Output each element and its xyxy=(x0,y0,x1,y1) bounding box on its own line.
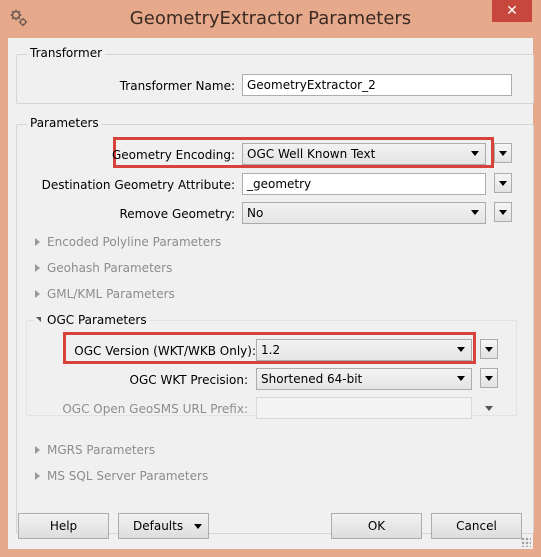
expand-triangle-icon xyxy=(35,237,40,246)
section-encoded-polyline[interactable]: Encoded Polyline Parameters xyxy=(35,235,221,249)
destination-attribute-field[interactable]: _geometry xyxy=(242,173,486,195)
remove-geometry-select[interactable]: No xyxy=(242,202,486,224)
close-icon: ✕ xyxy=(506,3,518,19)
dropdown-arrow-icon xyxy=(457,376,465,381)
expand-triangle-icon xyxy=(35,263,40,272)
help-button[interactable]: Help xyxy=(18,513,109,539)
title-bar[interactable]: GeometryExtractor Parameters ✕ xyxy=(0,0,541,38)
section-label: MGRS Parameters xyxy=(47,443,156,457)
dropdown-arrow-icon xyxy=(471,151,479,156)
transformer-group-title: Transformer xyxy=(27,46,106,60)
ogc-version-select[interactable]: 1.2 xyxy=(256,339,472,361)
section-label: GML/KML Parameters xyxy=(47,287,175,301)
expand-triangle-icon xyxy=(35,471,40,480)
remove-geometry-value: No xyxy=(247,206,264,220)
ogc-version-value: 1.2 xyxy=(261,343,281,357)
dropdown-arrow-icon xyxy=(485,347,493,352)
ogc-version-label: OGC Version (WKT/WKB Only): xyxy=(74,344,256,358)
geometry-encoding-select[interactable]: OGC Well Known Text xyxy=(242,143,486,165)
remove-geometry-menu-button[interactable] xyxy=(494,202,512,222)
expand-triangle-icon xyxy=(35,445,40,454)
collapse-triangle-icon xyxy=(36,317,41,322)
geometry-encoding-label: Geometry Encoding: xyxy=(112,148,235,162)
destination-attribute-menu-button[interactable] xyxy=(494,173,512,193)
destination-attribute-label: Destination Geometry Attribute: xyxy=(41,178,235,192)
ogc-wkt-precision-label: OGC WKT Precision: xyxy=(129,373,248,387)
section-ms-sql-server[interactable]: MS SQL Server Parameters xyxy=(35,469,208,483)
ogc-version-menu-button[interactable] xyxy=(480,339,498,359)
cancel-button[interactable]: Cancel xyxy=(431,513,522,539)
dialog-window: GeometryExtractor Parameters ✕ Transform… xyxy=(0,0,541,557)
transformer-name-label: Transformer Name: xyxy=(119,79,235,93)
section-label: Geohash Parameters xyxy=(47,261,173,275)
defaults-button[interactable]: Defaults xyxy=(118,513,209,539)
section-label: Encoded Polyline Parameters xyxy=(47,235,222,249)
section-mgrs[interactable]: MGRS Parameters xyxy=(35,443,155,457)
dropdown-arrow-icon xyxy=(457,347,465,352)
ogc-wkt-precision-value: Shortened 64-bit xyxy=(261,372,363,386)
resize-grip-icon[interactable] xyxy=(521,537,531,547)
remove-geometry-label: Remove Geometry: xyxy=(119,207,235,221)
ogc-geosms-prefix-field[interactable] xyxy=(256,397,472,419)
dropdown-arrow-icon xyxy=(485,406,493,411)
close-button[interactable]: ✕ xyxy=(492,0,532,22)
transformer-name-field[interactable]: GeometryExtractor_2 xyxy=(242,74,512,96)
window-title: GeometryExtractor Parameters xyxy=(129,8,412,29)
ogc-geosms-prefix-label: OGC Open GeoSMS URL Prefix: xyxy=(62,402,248,416)
defaults-label: Defaults xyxy=(133,519,184,533)
dropdown-arrow-icon xyxy=(485,376,493,381)
dialog-body: Transformer Transformer Name: GeometryEx… xyxy=(8,38,534,549)
parameters-group-title: Parameters xyxy=(27,116,102,130)
geometry-encoding-menu-button[interactable] xyxy=(494,143,512,163)
geometry-encoding-value: OGC Well Known Text xyxy=(247,147,376,161)
section-label: OGC Parameters xyxy=(47,313,147,327)
section-geohash[interactable]: Geohash Parameters xyxy=(35,261,172,275)
expand-triangle-icon xyxy=(35,289,40,298)
ogc-geosms-prefix-menu-button[interactable] xyxy=(480,398,498,418)
section-gml-kml[interactable]: GML/KML Parameters xyxy=(35,287,175,301)
section-ogc[interactable]: OGC Parameters xyxy=(34,313,149,327)
dropdown-arrow-icon xyxy=(499,210,507,215)
ok-button[interactable]: OK xyxy=(331,513,422,539)
ogc-wkt-precision-select[interactable]: Shortened 64-bit xyxy=(256,368,472,390)
dropdown-arrow-icon xyxy=(499,151,507,156)
dropdown-arrow-icon xyxy=(499,181,507,186)
ogc-wkt-precision-menu-button[interactable] xyxy=(480,368,498,388)
section-label: MS SQL Server Parameters xyxy=(47,469,209,483)
dropdown-arrow-icon xyxy=(471,210,479,215)
dropdown-arrow-icon xyxy=(194,524,202,529)
